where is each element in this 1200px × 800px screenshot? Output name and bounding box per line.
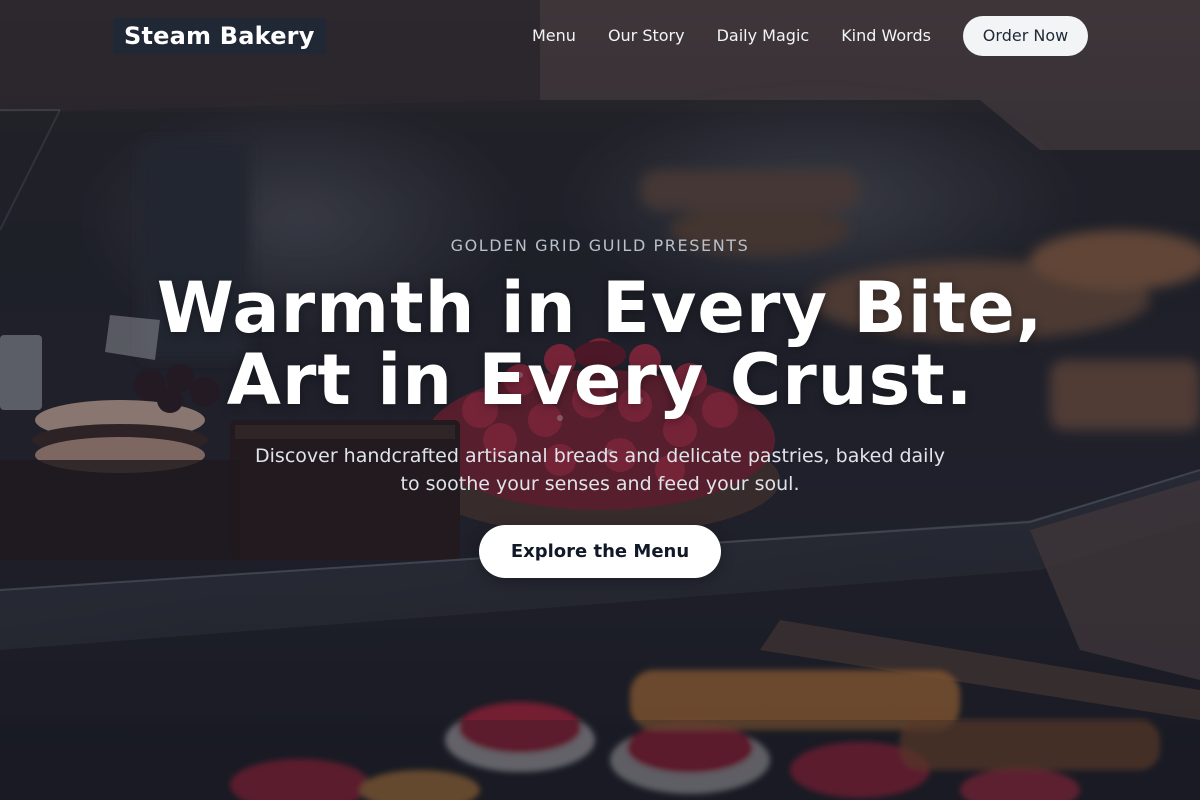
hero-headline-line-1: Warmth in Every Bite, (156, 267, 1044, 349)
hero-subtext: Discover handcrafted artisanal breads an… (255, 445, 945, 495)
hero-eyebrow: GOLDEN GRID GUILD PRESENTS (450, 236, 750, 255)
hero-content: GOLDEN GRID GUILD PRESENTS Warmth in Eve… (0, 0, 1200, 800)
hero-headline-line-2: Art in Every Crust. (226, 339, 974, 421)
hero-headline: Warmth in Every Bite, Art in Every Crust… (0, 272, 1200, 416)
hero-section: Steam Bakery Menu Our Story Daily Magic … (0, 0, 1200, 800)
explore-menu-button[interactable]: Explore the Menu (479, 525, 721, 578)
